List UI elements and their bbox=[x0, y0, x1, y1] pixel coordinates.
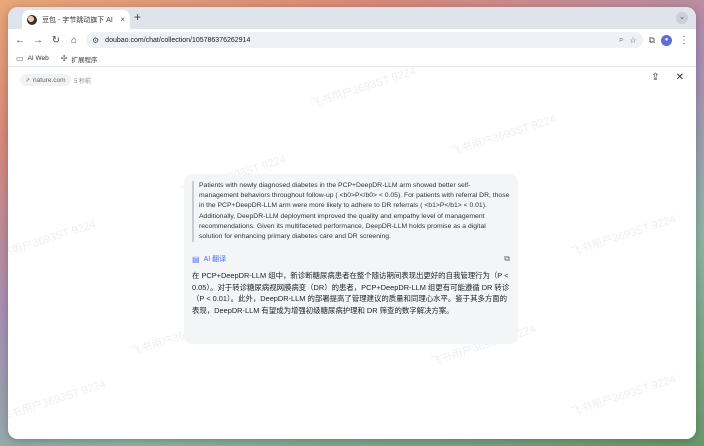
share-icon[interactable]: ⇪ bbox=[651, 72, 659, 83]
tab-close-icon[interactable]: × bbox=[120, 15, 125, 24]
watermark: 飞书用户3693ST 9224 bbox=[8, 378, 108, 424]
bookmark-label: 扩展程序 bbox=[71, 56, 98, 64]
back-arrow-icon[interactable]: ← bbox=[14, 35, 26, 46]
watermark: 飞书用户3693ST 9224 bbox=[309, 65, 418, 111]
new-tab-button[interactable]: + bbox=[134, 10, 141, 24]
tab-doubao[interactable]: 豆包 - 字节跳动旗下 AI 智能助手 × bbox=[22, 10, 130, 29]
home-icon[interactable]: ⌂ bbox=[68, 35, 80, 46]
watermark: 飞书用户3693ST 9224 bbox=[569, 213, 678, 259]
tab-strip: 豆包 - 字节跳动旗下 AI 智能助手 × + ⌄ bbox=[8, 7, 696, 29]
copy-icon[interactable]: ⧉ bbox=[504, 254, 510, 264]
bookmark-label: AI Web bbox=[27, 55, 49, 62]
menu-kebab-icon[interactable]: ⋮ bbox=[678, 35, 690, 46]
browser-window: 豆包 - 字节跳动旗下 AI 智能助手 × + ⌄ ← → ↻ ⌂ ⚙ doub… bbox=[8, 7, 696, 439]
watermark: 飞书用户3693ST 9224 bbox=[8, 218, 98, 264]
tab-search-chevron-icon[interactable]: ⌄ bbox=[676, 12, 688, 24]
book-icon: ▤ bbox=[192, 254, 200, 264]
browser-toolbar: ← → ↻ ⌂ ⚙ doubao.com/chat/collection/105… bbox=[8, 29, 696, 51]
profile-avatar[interactable]: ● bbox=[661, 34, 672, 46]
external-link-icon: ↗ bbox=[25, 77, 31, 84]
translation-text: 在 PCP+DeepDR-LLM 组中，新诊断糖尿病患者在整个随访期间表现出更好… bbox=[192, 271, 510, 315]
close-icon[interactable]: ✕ bbox=[676, 72, 684, 83]
extensions-icon[interactable]: ⧉ bbox=[649, 35, 655, 46]
url-text[interactable]: doubao.com/chat/collection/1057863762629… bbox=[105, 37, 613, 44]
tab-title: 豆包 - 字节跳动旗下 AI 智能助手 bbox=[42, 16, 115, 24]
doubao-favicon-icon bbox=[27, 14, 37, 25]
zoom-icon[interactable]: ⌕ bbox=[619, 35, 623, 45]
bookmarks-bar: ▭ AI Web ✣ 扩展程序 bbox=[8, 51, 696, 67]
folder-icon: ▭ bbox=[16, 54, 24, 63]
puzzle-icon: ✣ bbox=[60, 54, 68, 63]
reload-icon[interactable]: ↻ bbox=[50, 35, 62, 46]
top-actions: ⇪ ✕ bbox=[651, 72, 684, 83]
bookmark-extensions[interactable]: ✣ 扩展程序 bbox=[61, 54, 98, 64]
site-info-icon[interactable]: ⚙ bbox=[92, 36, 99, 45]
watermark: 飞书用户3693ST 9224 bbox=[449, 113, 558, 159]
translation-card: Patients with newly diagnosed diabetes i… bbox=[184, 174, 518, 344]
ai-translate-row: ▤ AI 翻译 ⧉ bbox=[192, 254, 510, 264]
ai-translate-label: AI 翻译 bbox=[203, 256, 227, 264]
timestamp: 5 秒前 bbox=[74, 79, 92, 85]
watermark: 飞书用户3693ST 9224 bbox=[569, 373, 678, 419]
forward-arrow-icon[interactable]: → bbox=[32, 35, 44, 46]
bookmark-ai-web[interactable]: ▭ AI Web bbox=[16, 54, 49, 63]
page-content: ↗ nature.com 5 秒前 ⇪ ✕ 飞书用户3693ST 9224 飞书… bbox=[8, 65, 696, 439]
address-bar[interactable]: ⚙ doubao.com/chat/collection/10578637626… bbox=[86, 32, 643, 48]
bookmark-star-icon[interactable]: ☆ bbox=[629, 36, 636, 45]
source-domain: nature.com bbox=[33, 76, 66, 84]
source-link[interactable]: ↗ nature.com bbox=[20, 74, 71, 86]
original-quote: Patients with newly diagnosed diabetes i… bbox=[192, 181, 510, 243]
